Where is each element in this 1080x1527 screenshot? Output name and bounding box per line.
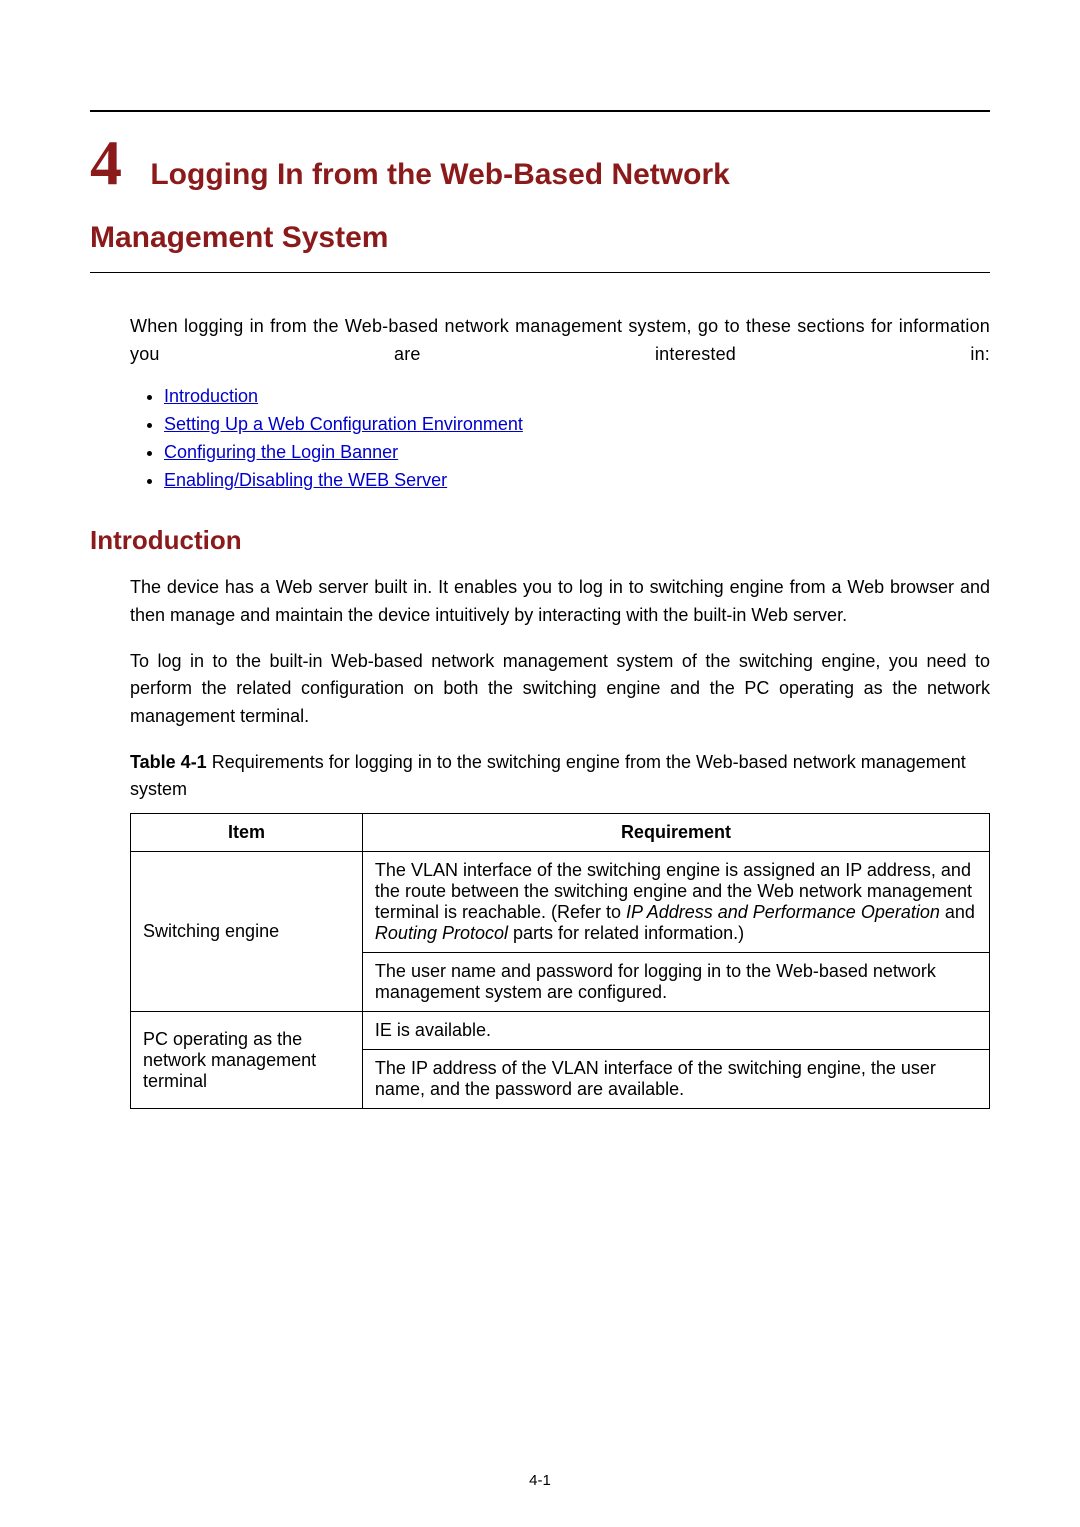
cell-req-ip-user-pass: The IP address of the VLAN interface of … <box>362 1050 989 1109</box>
cell-item-switching-engine: Switching engine <box>131 852 363 1012</box>
cell-text-italic: IP Address and Performance Operation <box>626 902 940 922</box>
chapter-title-line2: Management System <box>90 221 388 254</box>
chapter-title: 4 Logging In from the Web-Based Network … <box>90 112 990 262</box>
intro-paragraph: When logging in from the Web-based netwo… <box>130 313 990 369</box>
th-requirement: Requirement <box>362 814 989 852</box>
link-enable-disable-web-server[interactable]: Enabling/Disabling the WEB Server <box>164 470 447 490</box>
body-paragraph-1: The device has a Web server built in. It… <box>130 574 990 630</box>
link-introduction[interactable]: Introduction <box>164 386 258 406</box>
requirements-table: Item Requirement Switching engine The VL… <box>130 813 990 1109</box>
document-page: 4 Logging In from the Web-Based Network … <box>0 0 1080 1527</box>
toc-item: Introduction <box>164 383 990 411</box>
body-paragraph-2: To log in to the built-in Web-based netw… <box>130 648 990 732</box>
cell-req-credentials: The user name and password for logging i… <box>362 953 989 1012</box>
table-row: PC operating as the network management t… <box>131 1012 990 1050</box>
cell-text: and <box>940 902 975 922</box>
table-caption-label: Table 4-1 <box>130 752 207 772</box>
toc-item: Configuring the Login Banner <box>164 439 990 467</box>
th-item: Item <box>131 814 363 852</box>
table-row: Switching engine The VLAN interface of t… <box>131 852 990 953</box>
toc-list: Introduction Setting Up a Web Configurat… <box>130 383 990 495</box>
cell-item-pc-terminal: PC operating as the network management t… <box>131 1012 363 1109</box>
section-heading-introduction: Introduction <box>90 525 990 556</box>
cell-text: parts for related information.) <box>508 923 744 943</box>
page-number: 4-1 <box>0 1472 1080 1489</box>
toc-item: Enabling/Disabling the WEB Server <box>164 467 990 495</box>
link-setup-web-env[interactable]: Setting Up a Web Configuration Environme… <box>164 414 523 434</box>
table-caption-text: Requirements for logging in to the switc… <box>130 752 966 799</box>
rule-bottom <box>90 272 990 273</box>
cell-text-italic: Routing Protocol <box>375 923 508 943</box>
chapter-title-line1: Logging In from the Web-Based Network <box>150 158 729 191</box>
cell-req-vlan: The VLAN interface of the switching engi… <box>362 852 989 953</box>
toc-item: Setting Up a Web Configuration Environme… <box>164 411 990 439</box>
chapter-number: 4 <box>90 127 122 198</box>
table-caption: Table 4-1 Requirements for logging in to… <box>130 749 990 803</box>
cell-req-ie: IE is available. <box>362 1012 989 1050</box>
link-config-login-banner[interactable]: Configuring the Login Banner <box>164 442 398 462</box>
table-header-row: Item Requirement <box>131 814 990 852</box>
